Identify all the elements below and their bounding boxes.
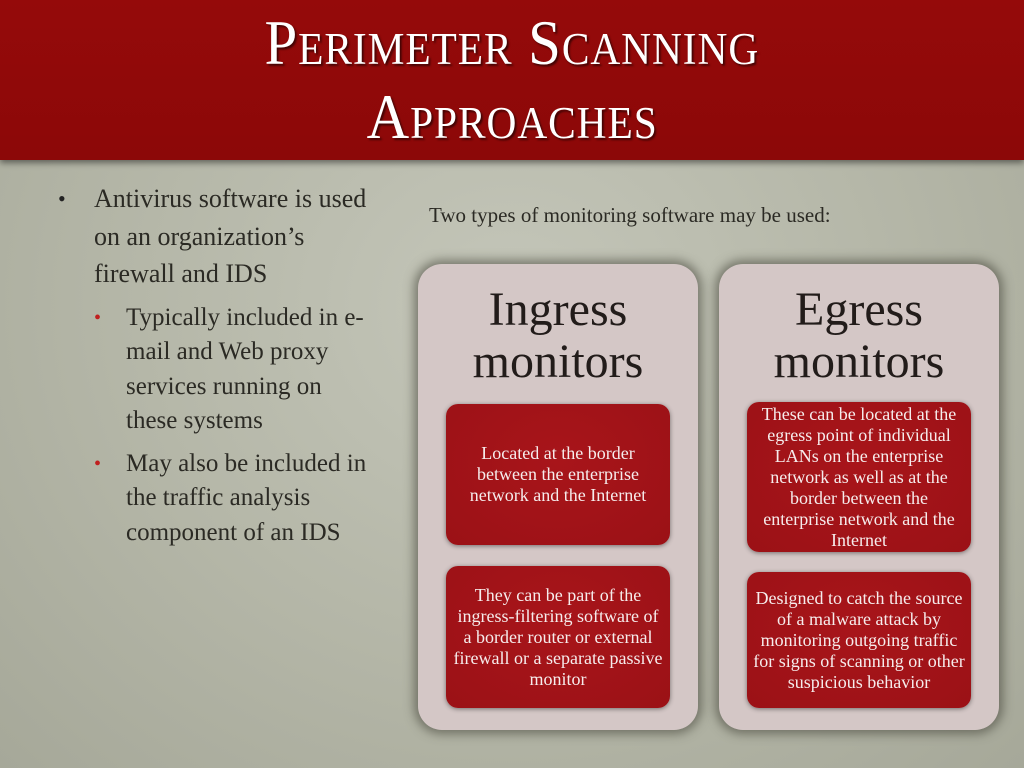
ingress-monitors-panel: Ingress monitors Located at the border b…: [418, 264, 698, 730]
card-text: Located at the border between the enterp…: [469, 443, 647, 505]
card-text: Designed to catch the source of a malwar…: [753, 587, 965, 692]
bullet-text: Antivirus software is used on an organiz…: [94, 184, 367, 288]
ingress-card-location: Located at the border between the enterp…: [446, 404, 670, 545]
title-bar: Perimeter Scanning Approaches: [0, 0, 1024, 160]
slide-title-line-1: Perimeter Scanning: [264, 7, 760, 78]
ingress-card-implementation: They can be part of the ingress-filterin…: [446, 566, 670, 708]
bullet-item: • Antivirus software is used on an organ…: [58, 180, 368, 293]
egress-monitors-panel: Egress monitors These can be located at …: [719, 264, 999, 730]
bullet-list: • Antivirus software is used on an organ…: [58, 180, 368, 558]
bullet-icon: •: [58, 186, 66, 211]
sub-bullet-item: • Typically included in e-mail and Web p…: [58, 301, 368, 439]
sub-bullet-item: • May also be included in the traffic an…: [58, 447, 368, 551]
egress-card-purpose: Designed to catch the source of a malwar…: [747, 572, 971, 708]
card-text: They can be part of the ingress-filterin…: [453, 584, 663, 689]
card-text: These can be located at the egress point…: [761, 403, 957, 550]
intro-text: Two types of monitoring software may be …: [429, 203, 831, 227]
sub-bullet-text: May also be included in the traffic anal…: [126, 449, 367, 546]
egress-card-location: These can be located at the egress point…: [747, 402, 971, 552]
sub-bullet-list: • Typically included in e-mail and Web p…: [58, 301, 368, 551]
slide-title-line-2: Approaches: [366, 81, 658, 152]
sub-bullet-icon: •: [94, 452, 102, 475]
sub-bullet-icon: •: [94, 306, 102, 329]
panel-title: Ingress monitors: [472, 283, 644, 388]
panel-title: Egress monitors: [773, 283, 945, 388]
sub-bullet-text: Typically included in e-mail and Web pro…: [126, 303, 364, 435]
